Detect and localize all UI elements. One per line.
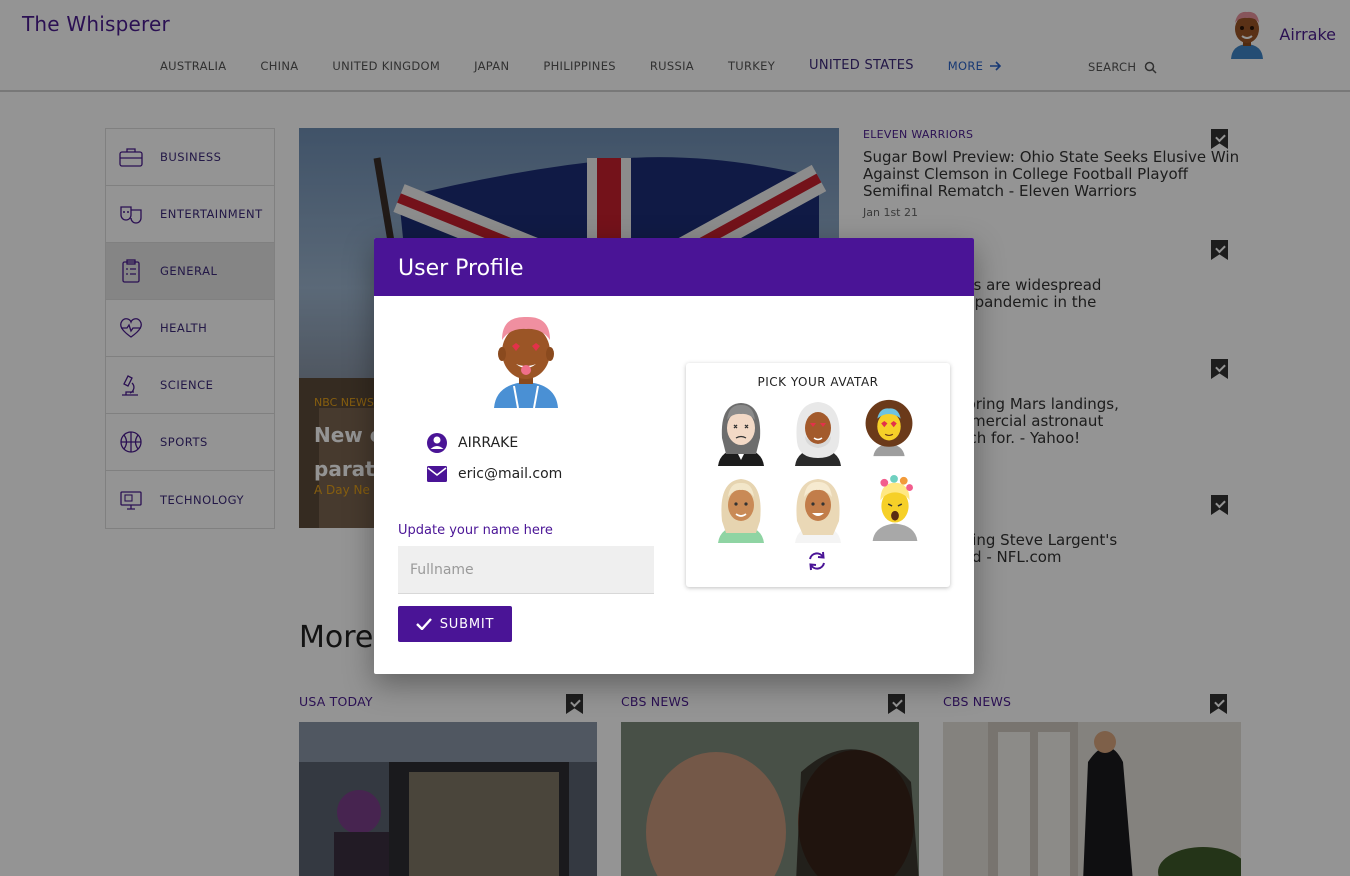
username-row: AIRRAKE xyxy=(426,432,518,454)
dialog-title: User Profile xyxy=(398,256,524,281)
update-name-label: Update your name here xyxy=(398,523,553,538)
avatar-option-6[interactable] xyxy=(870,473,920,541)
avatar-option-2[interactable] xyxy=(793,398,843,466)
profile-username: AIRRAKE xyxy=(458,435,519,451)
check-icon xyxy=(415,618,432,630)
avatar-picker: PICK YOUR AVATAR xyxy=(686,363,950,587)
refresh-icon[interactable] xyxy=(806,551,828,571)
submit-label: SUBMIT xyxy=(439,616,495,632)
avatar-option-4[interactable] xyxy=(716,475,766,543)
avatar-option-1[interactable] xyxy=(716,398,766,466)
fullname-input[interactable] xyxy=(398,546,654,594)
avatar-option-5[interactable] xyxy=(793,475,843,543)
account-icon xyxy=(427,433,447,453)
submit-button[interactable]: SUBMIT xyxy=(398,606,512,642)
avatar-picker-title: PICK YOUR AVATAR xyxy=(757,375,879,389)
mail-icon xyxy=(427,466,447,482)
profile-email: eric@mail.com xyxy=(458,466,563,482)
avatar-option-3[interactable] xyxy=(864,394,914,462)
email-row: eric@mail.com xyxy=(426,465,562,483)
profile-avatar xyxy=(494,316,558,408)
user-profile-dialog: User Profile AIRRAKE eric@mail.com Updat… xyxy=(374,238,974,674)
